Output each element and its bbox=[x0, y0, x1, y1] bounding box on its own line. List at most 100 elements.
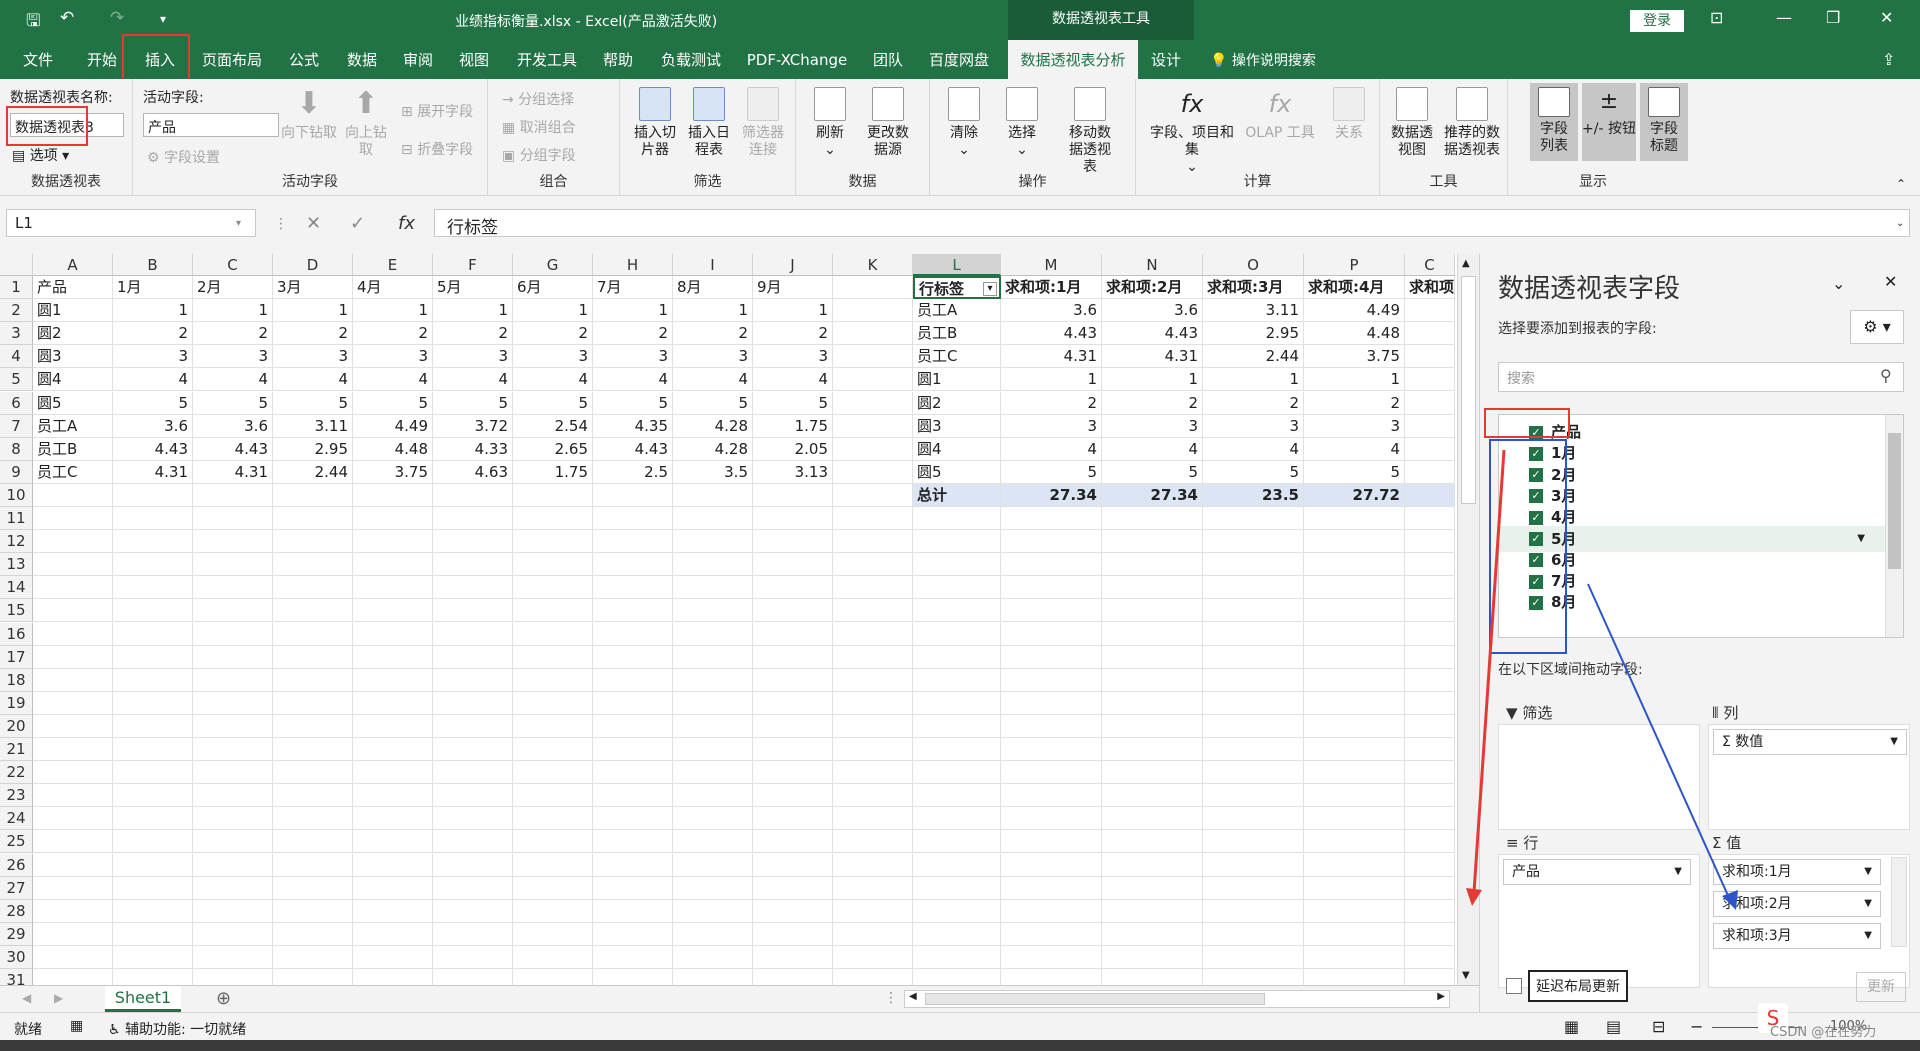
pivot-cell[interactable]: 圆2 bbox=[913, 391, 1001, 415]
source-header-cell[interactable]: 6月 bbox=[513, 276, 593, 299]
empty-cell[interactable] bbox=[1304, 899, 1405, 923]
restore-icon[interactable]: ❐ bbox=[1826, 8, 1840, 27]
tab-page-layout[interactable]: 页面布局 bbox=[200, 40, 264, 79]
empty-cell[interactable] bbox=[593, 853, 673, 877]
empty-cell[interactable] bbox=[33, 622, 113, 646]
empty-cell[interactable] bbox=[273, 830, 353, 854]
empty-cell[interactable] bbox=[113, 553, 193, 577]
column-header[interactable]: B bbox=[113, 254, 193, 276]
pivot-cell[interactable]: 3 bbox=[1304, 414, 1405, 438]
empty-cell[interactable] bbox=[753, 738, 833, 761]
column-header[interactable]: G bbox=[513, 254, 593, 276]
empty-cell[interactable] bbox=[1304, 761, 1405, 785]
empty-cell[interactable] bbox=[353, 530, 433, 554]
row-header[interactable]: 27 bbox=[0, 876, 33, 900]
source-cell[interactable]: 圆2 bbox=[33, 322, 113, 346]
row-header[interactable]: 8 bbox=[0, 437, 33, 461]
column-header[interactable]: F bbox=[433, 254, 513, 276]
source-cell[interactable]: 4.33 bbox=[433, 437, 513, 461]
empty-cell[interactable] bbox=[833, 668, 913, 692]
empty-cell[interactable] bbox=[113, 599, 193, 623]
empty-cell[interactable] bbox=[433, 483, 513, 507]
empty-cell[interactable] bbox=[113, 668, 193, 692]
pivot-cell[interactable]: 3.6 bbox=[1102, 299, 1203, 323]
empty-cell[interactable] bbox=[513, 807, 593, 831]
empty-cell[interactable] bbox=[1203, 691, 1304, 715]
empty-cell[interactable] bbox=[1102, 853, 1203, 877]
empty-cell[interactable] bbox=[113, 645, 193, 669]
row-header[interactable]: 28 bbox=[0, 899, 33, 923]
fx-icon[interactable]: fx bbox=[398, 213, 415, 234]
empty-cell[interactable] bbox=[593, 553, 673, 577]
gear-icon[interactable]: ⚙ ▾ bbox=[1850, 310, 1904, 344]
empty-cell[interactable] bbox=[193, 945, 273, 969]
source-cell[interactable]: 1 bbox=[193, 299, 273, 323]
empty-cell[interactable] bbox=[433, 645, 513, 669]
ungroup-button[interactable]: ▦ 取消组合 bbox=[502, 117, 576, 137]
empty-cell[interactable] bbox=[113, 507, 193, 530]
source-cell[interactable]: 5 bbox=[193, 391, 273, 415]
empty-cell[interactable] bbox=[273, 530, 353, 554]
empty-cell[interactable] bbox=[273, 738, 353, 761]
column-header[interactable]: E bbox=[353, 254, 433, 276]
tab-pivot-analyze[interactable]: 数据透视表分析 bbox=[1008, 40, 1138, 79]
empty-cell[interactable] bbox=[113, 483, 193, 507]
source-cell[interactable]: 5 bbox=[593, 391, 673, 415]
collapse-field-button[interactable]: ⊟ 折叠字段 bbox=[401, 139, 473, 159]
empty-cell[interactable] bbox=[1001, 969, 1102, 985]
pivot-cell[interactable]: 1 bbox=[1001, 368, 1102, 392]
pivot-cell[interactable]: 3.75 bbox=[1304, 345, 1405, 369]
source-cell[interactable]: 1.75 bbox=[513, 460, 593, 484]
empty-cell[interactable] bbox=[1405, 922, 1455, 946]
empty-cell[interactable] bbox=[1001, 553, 1102, 577]
pivot-cell[interactable]: 4.43 bbox=[1001, 322, 1102, 346]
empty-cell[interactable] bbox=[113, 807, 193, 831]
empty-cell[interactable] bbox=[1304, 576, 1405, 600]
empty-cell[interactable] bbox=[753, 530, 833, 554]
empty-cell[interactable] bbox=[113, 945, 193, 969]
empty-cell[interactable] bbox=[1405, 645, 1455, 669]
empty-cell[interactable] bbox=[753, 645, 833, 669]
empty-cell[interactable] bbox=[33, 761, 113, 785]
pivot-cell[interactable]: 3 bbox=[1102, 414, 1203, 438]
pivot-cell[interactable]: 4.31 bbox=[1001, 345, 1102, 369]
empty-cell[interactable] bbox=[833, 738, 913, 761]
empty-cell[interactable] bbox=[1001, 830, 1102, 854]
source-cell[interactable]: 1 bbox=[753, 299, 833, 323]
empty-cell[interactable] bbox=[1405, 322, 1455, 346]
source-cell[interactable]: 4 bbox=[753, 368, 833, 392]
pivot-cell[interactable]: 5 bbox=[1001, 460, 1102, 484]
empty-cell[interactable] bbox=[833, 345, 913, 369]
source-cell[interactable]: 4.48 bbox=[353, 437, 433, 461]
empty-cell[interactable] bbox=[33, 969, 113, 985]
source-cell[interactable]: 4.31 bbox=[193, 460, 273, 484]
empty-cell[interactable] bbox=[833, 899, 913, 923]
empty-cell[interactable] bbox=[833, 483, 913, 507]
empty-cell[interactable] bbox=[273, 853, 353, 877]
empty-cell[interactable] bbox=[33, 853, 113, 877]
refresh-button[interactable]: 刷新 ⌄ bbox=[810, 87, 850, 159]
source-cell[interactable]: 2 bbox=[193, 322, 273, 346]
pivot-cell[interactable]: 3 bbox=[1203, 414, 1304, 438]
empty-cell[interactable] bbox=[1001, 714, 1102, 738]
source-cell[interactable]: 3 bbox=[513, 345, 593, 369]
empty-cell[interactable] bbox=[353, 899, 433, 923]
empty-cell[interactable] bbox=[433, 553, 513, 577]
chevron-down-icon[interactable]: ⌄ bbox=[1832, 274, 1845, 293]
source-cell[interactable]: 2 bbox=[353, 322, 433, 346]
row-header[interactable]: 26 bbox=[0, 853, 33, 877]
empty-cell[interactable] bbox=[1102, 807, 1203, 831]
expand-field-button[interactable]: ⊞ 展开字段 bbox=[401, 101, 473, 121]
source-header-cell[interactable]: 产品 bbox=[33, 276, 113, 299]
empty-cell[interactable] bbox=[353, 622, 433, 646]
empty-cell[interactable] bbox=[33, 599, 113, 623]
source-cell[interactable]: 员工C bbox=[33, 460, 113, 484]
share-icon[interactable]: ⇪ bbox=[1882, 50, 1895, 69]
sheet-tab-sheet1[interactable]: Sheet1 bbox=[105, 986, 181, 1012]
pivot-header-cell[interactable]: 行标签 ▾ bbox=[913, 276, 1001, 299]
source-cell[interactable]: 4.43 bbox=[193, 437, 273, 461]
empty-cell[interactable] bbox=[193, 622, 273, 646]
empty-cell[interactable] bbox=[193, 807, 273, 831]
empty-cell[interactable] bbox=[1203, 830, 1304, 854]
column-header[interactable]: L bbox=[913, 254, 1001, 276]
